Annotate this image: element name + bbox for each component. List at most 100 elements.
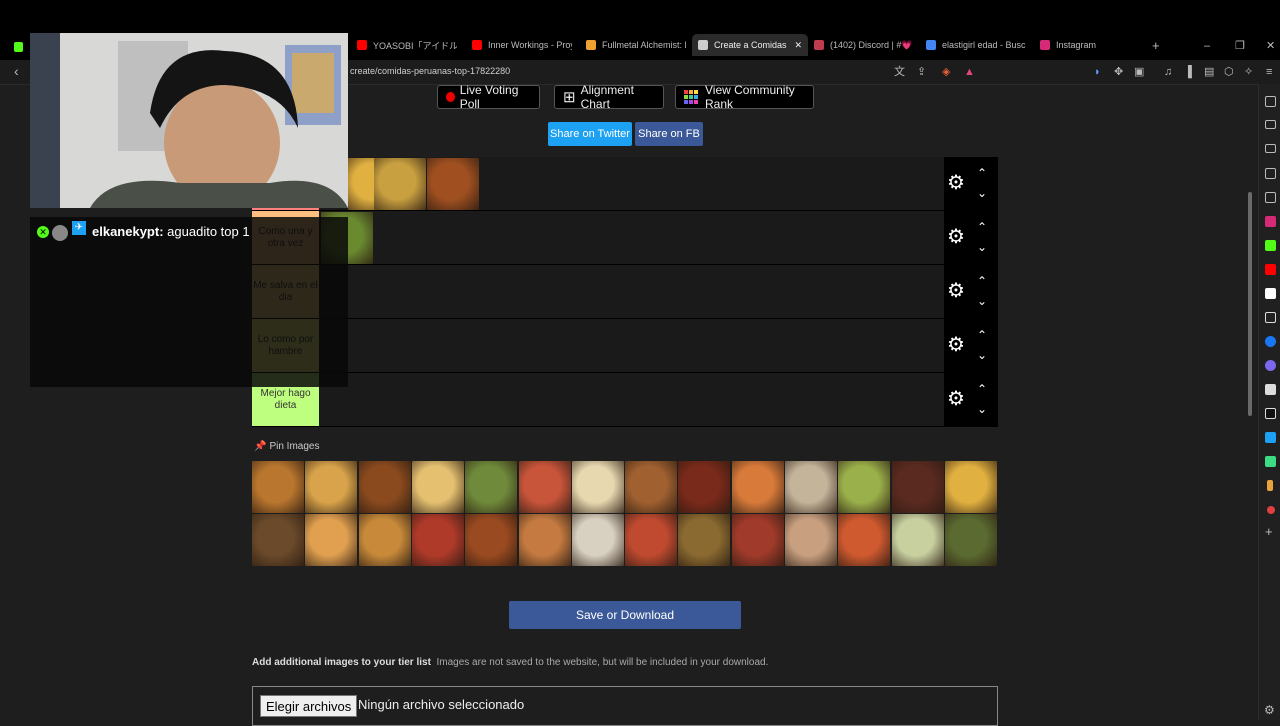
pool-food-image[interactable] (465, 461, 518, 513)
close-window-icon[interactable]: ✕ (1266, 40, 1275, 52)
choose-files-button[interactable]: Elegir archivos (260, 695, 358, 717)
view-community-rank-button[interactable]: View Community Rank (675, 83, 814, 111)
tier-settings-icon[interactable]: ⚙ (947, 172, 965, 194)
share-fb-button[interactable]: Share on FB (635, 122, 703, 146)
sidebar-app-icon[interactable] (1265, 384, 1276, 395)
tier-settings-icon[interactable]: ⚙ (947, 226, 965, 248)
sidebar-instagram-icon[interactable] (1265, 216, 1276, 227)
back-icon[interactable]: ‹ (14, 64, 19, 78)
pool-food-image[interactable] (731, 461, 784, 513)
pool-food-image[interactable] (358, 461, 411, 513)
sidebar-reading-list-icon[interactable] (1265, 192, 1276, 203)
pool-food-image[interactable] (518, 514, 571, 566)
leo-icon[interactable]: ✧ (1244, 66, 1253, 78)
vpn-icon[interactable]: ⬡ (1224, 66, 1234, 78)
pool-food-image[interactable] (891, 461, 944, 513)
pool-food-image[interactable] (305, 461, 358, 513)
pool-food-image[interactable] (678, 461, 731, 513)
tier-settings-icon[interactable]: ⚙ (947, 388, 965, 410)
move-down-icon[interactable]: ⌄ (977, 295, 987, 307)
sidebar-app3-icon[interactable] (1267, 506, 1275, 514)
browser-tab[interactable]: elastigirl edad - Buscar (926, 36, 1026, 54)
sidebar-translate-icon[interactable] (1265, 432, 1276, 443)
pool-food-image[interactable] (625, 461, 678, 513)
save-download-button[interactable]: Save or Download (509, 601, 741, 629)
move-up-icon[interactable]: ⌃ (977, 383, 987, 395)
pool-food-image[interactable] (625, 514, 678, 566)
sidebar-card-icon[interactable] (1265, 144, 1276, 153)
move-down-icon[interactable]: ⌄ (977, 403, 987, 415)
browser-tab[interactable]: Inner Workings - Proye (472, 36, 572, 54)
pool-food-image[interactable] (252, 461, 304, 513)
page-scrollbar[interactable] (1246, 88, 1254, 720)
browser-tab[interactable]: Fullmetal Alchemist: B (586, 36, 686, 54)
browser-tab[interactable]: (1402) Discord | #💗 bi (814, 36, 914, 54)
browser-tab[interactable]: Create a Comidas ✕ (692, 34, 808, 56)
brave-shield-icon[interactable]: ◈ (942, 66, 950, 78)
pool-food-image[interactable] (731, 514, 784, 566)
pool-food-image[interactable] (944, 514, 997, 566)
live-voting-poll-button[interactable]: Live Voting Poll (437, 83, 540, 111)
wallet-icon[interactable]: ▤ (1204, 66, 1214, 78)
share-page-icon[interactable]: ⇪ (917, 66, 926, 78)
move-up-icon[interactable]: ⌃ (977, 221, 987, 233)
share-twitter-button[interactable]: Share on Twitter (548, 122, 632, 146)
sidebar-green-app-icon[interactable] (1265, 456, 1276, 467)
sidebar-notion-icon[interactable] (1265, 288, 1276, 299)
new-tab-icon[interactable]: + (1152, 39, 1160, 52)
sidebar-toggle-icon[interactable]: ▐ (1184, 66, 1192, 78)
extensions-icon[interactable]: ✥ (1114, 66, 1123, 78)
sidebar-star-icon[interactable] (1265, 96, 1276, 107)
pool-food-image[interactable] (944, 461, 997, 513)
minimize-icon[interactable]: – (1204, 40, 1210, 52)
pool-food-image[interactable] (571, 514, 624, 566)
sidebar-youtube-icon[interactable] (1265, 264, 1276, 275)
move-up-icon[interactable]: ⌃ (977, 329, 987, 341)
pool-food-image[interactable] (785, 514, 837, 566)
pool-food-image[interactable] (838, 514, 891, 566)
brave-rewards-icon[interactable]: ▲ (964, 66, 975, 78)
pool-food-image[interactable] (305, 514, 358, 566)
alignment-chart-button[interactable]: ⊞ Alignment Chart (554, 83, 664, 111)
pool-food-image[interactable] (465, 514, 518, 566)
tier-settings-icon[interactable]: ⚙ (947, 280, 965, 302)
browser-tab[interactable]: Instagram (1040, 36, 1140, 54)
browser-tab[interactable]: YOASOBI「アイドル」Off (357, 36, 457, 54)
pool-food-image[interactable] (891, 514, 944, 566)
pool-food-image[interactable] (252, 514, 304, 566)
pool-food-image[interactable] (785, 461, 837, 513)
url-text[interactable]: create/comidas-peruanas-top-17822280 (350, 66, 510, 76)
pool-food-image[interactable] (518, 461, 571, 513)
pool-food-image[interactable] (411, 461, 464, 513)
close-tab-icon[interactable]: ✕ (794, 40, 802, 51)
move-down-icon[interactable]: ⌄ (977, 349, 987, 361)
scrollbar-thumb[interactable] (1248, 192, 1252, 416)
sidebar-app2-icon[interactable] (1267, 480, 1273, 491)
sidebar-bookmark-icon[interactable] (1265, 168, 1276, 179)
sidebar-facebook-icon[interactable] (1265, 336, 1276, 347)
tier-settings-icon[interactable]: ⚙ (947, 334, 965, 356)
sidebar-messenger-icon[interactable] (1265, 360, 1276, 371)
sidebar-wallet-icon[interactable] (1265, 120, 1276, 129)
sidebar-tiktok-icon[interactable] (1265, 408, 1276, 419)
pool-food-image[interactable] (358, 514, 411, 566)
pool-food-image[interactable] (411, 514, 464, 566)
translate-icon[interactable]: 文 (894, 66, 905, 78)
sidebar-kick-icon[interactable] (1265, 240, 1276, 251)
maximize-icon[interactable]: ❐ (1235, 40, 1245, 52)
audio-icon[interactable]: ◗ (1094, 66, 1101, 78)
sidebar-settings-icon[interactable]: ⚙ (1264, 704, 1275, 716)
browser-k-icon[interactable] (14, 38, 29, 56)
menu-icon[interactable]: ≡ (1266, 66, 1272, 78)
sidebar-add-icon[interactable]: + (1265, 525, 1273, 538)
tab-manager-icon[interactable]: ▣ (1134, 66, 1144, 78)
tier-food-image[interactable] (427, 158, 479, 210)
move-up-icon[interactable]: ⌃ (977, 275, 987, 287)
pin-images[interactable]: 📌 Pin Images (254, 441, 319, 452)
move-up-icon[interactable]: ⌃ (977, 167, 987, 179)
move-down-icon[interactable]: ⌄ (977, 241, 987, 253)
pool-food-image[interactable] (678, 514, 731, 566)
tier-food-image[interactable] (374, 158, 426, 210)
pool-food-image[interactable] (571, 461, 624, 513)
music-icon[interactable]: ♫ (1164, 66, 1172, 78)
